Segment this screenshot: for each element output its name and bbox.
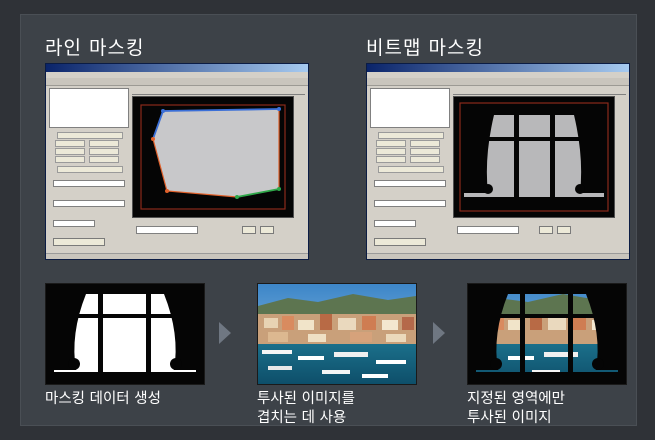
step1-caption: 마스킹 데이터 생성 bbox=[45, 390, 161, 409]
step3-caption-line1: 지정된 영역에만 bbox=[467, 391, 565, 407]
mullion bbox=[568, 294, 573, 374]
left-settings-panel bbox=[49, 88, 129, 254]
plant-right bbox=[575, 184, 585, 194]
frame-right bbox=[196, 294, 204, 384]
control-point bbox=[165, 189, 169, 193]
settings-field bbox=[410, 156, 440, 163]
infographic: 라인 마스킹 비트맵 마스킹 마스킹 데이터 생성 투사된 이미지를 겹치는 데… bbox=[0, 0, 655, 440]
window-sill bbox=[464, 197, 604, 207]
settings-dropdown bbox=[374, 180, 446, 187]
mullion bbox=[98, 294, 103, 374]
frame-left bbox=[468, 294, 476, 384]
step2-caption-line1: 투사된 이미지를 bbox=[257, 391, 355, 407]
bottom-controls bbox=[132, 222, 305, 252]
control-point bbox=[161, 109, 165, 113]
frame-left bbox=[46, 294, 54, 384]
plant-left bbox=[68, 358, 80, 370]
window-toolbar bbox=[367, 78, 629, 86]
bottom-controls bbox=[453, 222, 626, 252]
settings-checkbox-group bbox=[53, 220, 95, 227]
plant-right bbox=[170, 358, 182, 370]
mullion bbox=[146, 294, 151, 374]
control-button bbox=[242, 226, 256, 234]
step2-caption: 투사된 이미지를 겹치는 데 사용 bbox=[257, 390, 355, 428]
frame-right bbox=[618, 294, 626, 384]
control-point bbox=[277, 187, 281, 191]
control-button bbox=[260, 226, 274, 234]
line-mask-canvas bbox=[132, 96, 294, 218]
plant-right bbox=[592, 358, 604, 370]
window-titlebar bbox=[46, 64, 308, 72]
chevron-right-icon bbox=[219, 322, 231, 344]
masked-result-thumbnail bbox=[467, 283, 627, 385]
settings-field bbox=[410, 140, 440, 147]
settings-field bbox=[55, 140, 85, 147]
sill bbox=[468, 372, 626, 384]
tab-strip bbox=[132, 88, 305, 103]
settings-field bbox=[55, 156, 85, 163]
sill bbox=[46, 372, 204, 384]
settings-dropdown bbox=[374, 200, 446, 207]
bitmap-mask-canvas bbox=[453, 96, 615, 218]
mask-data-thumbnail bbox=[45, 283, 205, 385]
step3-caption-line2: 투사된 이미지 bbox=[467, 410, 552, 426]
settings-field bbox=[410, 148, 440, 155]
control-point bbox=[277, 107, 281, 111]
settings-field bbox=[376, 140, 406, 147]
plant-left bbox=[483, 184, 493, 194]
chevron-right-icon bbox=[433, 322, 445, 344]
settings-button bbox=[53, 238, 105, 246]
projected-image-thumbnail bbox=[257, 283, 417, 385]
settings-button bbox=[374, 238, 426, 246]
window-mullion bbox=[550, 107, 555, 201]
settings-row bbox=[378, 132, 444, 139]
status-bar bbox=[46, 253, 308, 259]
control-button bbox=[539, 226, 553, 234]
bitmap-masking-title: 비트맵 마스킹 bbox=[366, 37, 484, 59]
projector-list bbox=[49, 88, 129, 128]
settings-field bbox=[89, 140, 119, 147]
tab-strip bbox=[453, 88, 626, 103]
left-settings-panel bbox=[370, 88, 450, 254]
status-bar bbox=[367, 253, 629, 259]
control-point bbox=[151, 137, 155, 141]
settings-row bbox=[57, 166, 123, 173]
step1-caption-text: 마스킹 데이터 생성 bbox=[45, 391, 161, 407]
projector-list bbox=[370, 88, 450, 128]
step2-caption-line2: 겹치는 데 사용 bbox=[257, 410, 347, 426]
plant-left bbox=[490, 358, 502, 370]
settings-field bbox=[376, 148, 406, 155]
control-button bbox=[557, 226, 571, 234]
window-titlebar bbox=[367, 64, 629, 72]
settings-dropdown bbox=[53, 200, 125, 207]
settings-dropdown bbox=[53, 180, 125, 187]
settings-field bbox=[89, 148, 119, 155]
mask-silhouette bbox=[46, 284, 204, 384]
settings-row bbox=[57, 132, 123, 139]
mask-mode-select bbox=[457, 226, 519, 234]
window-frame-top bbox=[464, 107, 604, 115]
settings-field bbox=[89, 156, 119, 163]
step3-caption: 지정된 영역에만 투사된 이미지 bbox=[467, 390, 565, 428]
harbor-photo bbox=[258, 284, 416, 384]
settings-field bbox=[376, 156, 406, 163]
frame-top bbox=[468, 284, 626, 294]
bitmap-mask-drawing bbox=[459, 102, 609, 212]
mask-polygon bbox=[152, 108, 280, 198]
masked-harbor-photo bbox=[468, 284, 626, 384]
settings-field bbox=[55, 148, 85, 155]
window-toolbar bbox=[46, 78, 308, 86]
window-mullion bbox=[514, 107, 519, 201]
control-point bbox=[235, 195, 239, 199]
line-masking-title: 라인 마스킹 bbox=[45, 37, 145, 59]
line-mask-drawing bbox=[140, 104, 286, 210]
frame-top bbox=[46, 284, 204, 294]
mullion bbox=[520, 294, 525, 374]
line-masking-screenshot bbox=[45, 63, 309, 260]
settings-row bbox=[378, 166, 444, 173]
bitmap-masking-screenshot bbox=[366, 63, 630, 260]
settings-checkbox-group bbox=[374, 220, 416, 227]
mask-mode-select bbox=[136, 226, 198, 234]
